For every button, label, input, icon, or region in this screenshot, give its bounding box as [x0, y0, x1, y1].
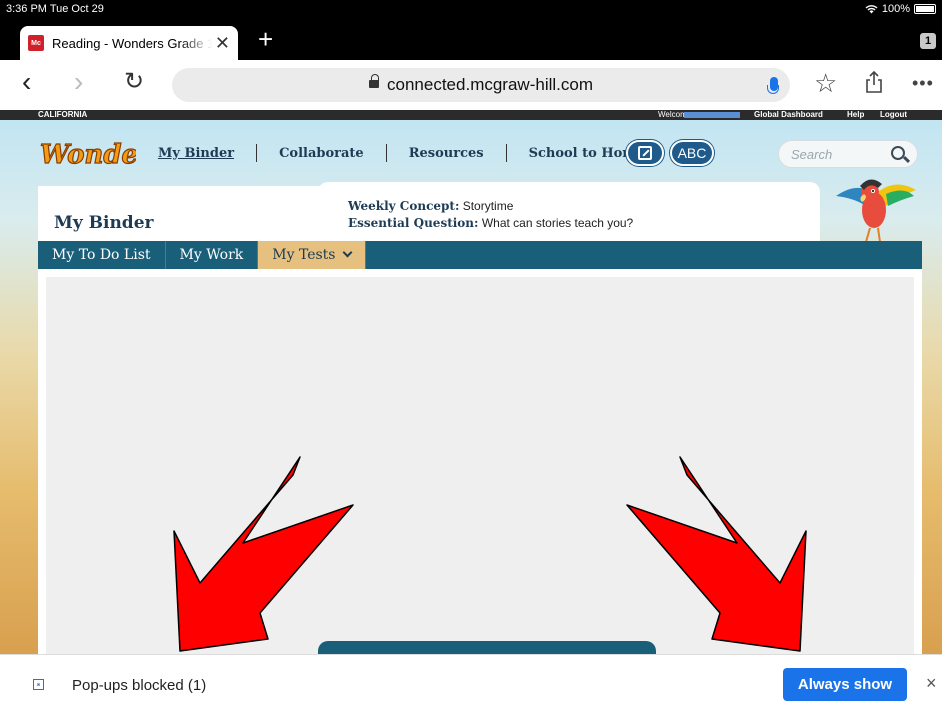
state-label: CALIFORNIA [38, 110, 88, 119]
right-red-arrow-annotation [626, 456, 807, 652]
new-tab-icon[interactable]: + [258, 26, 273, 52]
close-tab-icon[interactable]: ✕ [215, 34, 230, 52]
blocked-popup-icon [33, 679, 44, 690]
weekly-concept: Weekly Concept: Storytime [348, 199, 513, 213]
utility-bar: CALIFORNIA Welcome Global Dashboard Help… [0, 110, 942, 120]
page-title: My Binder [54, 213, 154, 233]
always-show-button[interactable]: Always show [783, 668, 907, 701]
wifi-icon [865, 5, 878, 14]
nav-my-binder[interactable]: My Binder [158, 146, 234, 161]
lock-icon [369, 74, 380, 90]
concept-panel: Weekly Concept: Storytime Essential Ques… [318, 182, 820, 242]
chevron-down-icon [342, 247, 352, 257]
url-text: connected.mcgraw-hill.com [387, 75, 593, 94]
tab-my-work[interactable]: My Work [166, 241, 259, 269]
nav-collaborate[interactable]: Collaborate [279, 146, 364, 161]
nav-separator [385, 144, 387, 162]
binder-tabs: My To Do List My Work My Tests [38, 241, 922, 269]
forward-icon[interactable]: › [74, 68, 83, 96]
edit-icon [638, 146, 652, 160]
battery-percent: 100% [881, 3, 910, 15]
global-dashboard-link[interactable]: Global Dashboard [754, 110, 823, 119]
battery-icon [914, 4, 936, 14]
tab-strip: Mc Reading - Wonders Grade 1 ✕ + 1 [0, 18, 942, 60]
address-bar[interactable]: connected.mcgraw-hill.com [172, 68, 790, 102]
reload-icon[interactable]: ↻ [124, 70, 144, 94]
popup-blocked-message: Pop-ups blocked (1) [72, 677, 207, 694]
main-nav: My Binder Collaborate Resources School t… [158, 144, 644, 162]
status-bar: 3:36 PM Tue Oct 29 100% [0, 0, 942, 18]
search-icon[interactable] [891, 146, 905, 160]
essential-question: Essential Question: What can stories tea… [348, 216, 633, 230]
microphone-icon[interactable] [767, 77, 779, 94]
web-content: CALIFORNIA Welcome Global Dashboard Help… [0, 110, 942, 654]
back-icon[interactable]: ‹ [22, 68, 31, 96]
tab-my-to-do-list[interactable]: My To Do List [38, 241, 166, 269]
browser-tab[interactable]: Mc Reading - Wonders Grade 1 ✕ [20, 26, 238, 60]
more-options-icon[interactable]: ••• [912, 74, 934, 92]
wonders-logo[interactable]: Wonders [38, 136, 136, 172]
essential-question-value: What can stories teach you? [481, 216, 634, 230]
tab-my-tests[interactable]: My Tests [258, 241, 366, 269]
close-icon[interactable]: × [926, 674, 937, 692]
edit-button[interactable] [626, 140, 664, 166]
redacted-user-name [684, 112, 740, 118]
search-input[interactable]: Search [778, 140, 918, 168]
nav-separator [505, 144, 507, 162]
abc-button[interactable]: ABC [670, 140, 714, 166]
tab-label: My To Do List [52, 247, 151, 263]
tab-count-badge[interactable]: 1 [920, 33, 936, 49]
logo-text: Wonders [40, 140, 136, 170]
bookmark-star-icon[interactable]: ☆ [814, 70, 837, 96]
essential-question-label: Essential Question: [348, 216, 479, 230]
bottom-action-bar[interactable] [318, 641, 656, 654]
status-indicators: 100% [865, 3, 936, 15]
browser-toolbar: ‹ › ↻ connected.mcgraw-hill.com ☆ ••• [0, 60, 942, 110]
search-placeholder: Search [791, 146, 833, 162]
tab-title: Reading - Wonders Grade 1 [52, 35, 212, 51]
logout-link[interactable]: Logout [880, 110, 907, 119]
nav-resources[interactable]: Resources [409, 146, 484, 161]
tab-label: My Work [179, 247, 244, 263]
tab-label: My Tests [272, 247, 336, 263]
mcgraw-hill-favicon-icon: Mc [28, 35, 44, 51]
parrot-mascot-icon [836, 179, 916, 243]
share-icon[interactable] [864, 70, 884, 94]
binder-header: My Binder [38, 186, 320, 242]
left-red-arrow-annotation [173, 456, 354, 652]
status-time: 3:36 PM Tue Oct 29 [6, 3, 104, 15]
nav-separator [256, 144, 258, 162]
help-link[interactable]: Help [847, 110, 864, 119]
weekly-concept-value: Storytime [462, 199, 514, 213]
popup-blocked-bar: Pop-ups blocked (1) Always show × [0, 654, 942, 711]
weekly-concept-label: Weekly Concept: [348, 199, 460, 213]
